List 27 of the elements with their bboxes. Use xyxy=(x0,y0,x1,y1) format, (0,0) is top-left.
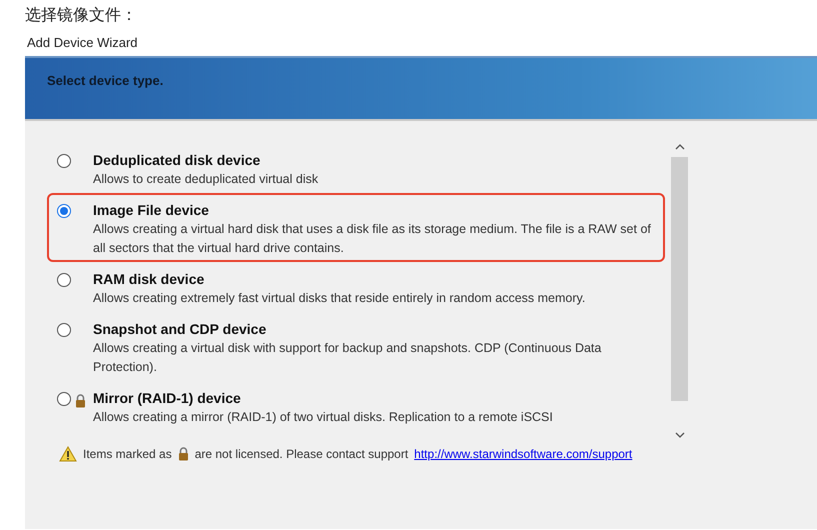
device-description: Allows creating a virtual hard disk that uses a disk file as its storage medium. The file is a RAW set of all sectors that the virtual hard drive contains. xyxy=(93,221,652,257)
radio-button[interactable] xyxy=(57,323,71,337)
scrollbar-thumb[interactable] xyxy=(671,157,688,401)
scroll-up-icon[interactable] xyxy=(674,143,684,151)
device-title[interactable]: Snapshot and CDP device xyxy=(93,320,658,339)
device-description: Allows creating a virtual disk with support for backup and snapshots. CDP (Continuous Data Protection). xyxy=(93,340,602,376)
device-description: Allows creating a mirror (RAID-1) of two virtual disks. Replication to a remote iSCSI xyxy=(93,409,553,426)
device-title[interactable]: Deduplicated disk device xyxy=(93,151,318,170)
radio-button[interactable] xyxy=(57,273,71,287)
scrollbar[interactable] xyxy=(671,143,688,439)
scroll-down-icon[interactable] xyxy=(674,431,684,439)
device-title[interactable]: RAM disk device xyxy=(93,270,586,289)
radio-button[interactable] xyxy=(57,392,71,406)
window-title: Add Device Wizard xyxy=(26,34,139,52)
device-description: Allows to create deduplicated virtual disk xyxy=(93,171,318,188)
warning-icon xyxy=(59,446,77,462)
device-title[interactable]: Mirror (RAID-1) device xyxy=(93,389,553,408)
lock-icon xyxy=(178,447,189,461)
radio-button[interactable] xyxy=(57,154,71,168)
device-description: Allows creating extremely fast virtual disks that reside entirely in random access memory. xyxy=(93,290,586,307)
radio-button[interactable] xyxy=(57,204,71,218)
support-link[interactable]: http://www.starwindsoftware.com/support xyxy=(414,445,632,463)
notice-text: are not licensed. Please contact support xyxy=(194,446,408,463)
notice-text: Items marked as xyxy=(83,446,172,463)
device-title[interactable]: Image File device xyxy=(93,201,658,220)
header-title: Select device type. xyxy=(47,73,164,88)
caption: 选择镜像文件： xyxy=(24,4,138,26)
